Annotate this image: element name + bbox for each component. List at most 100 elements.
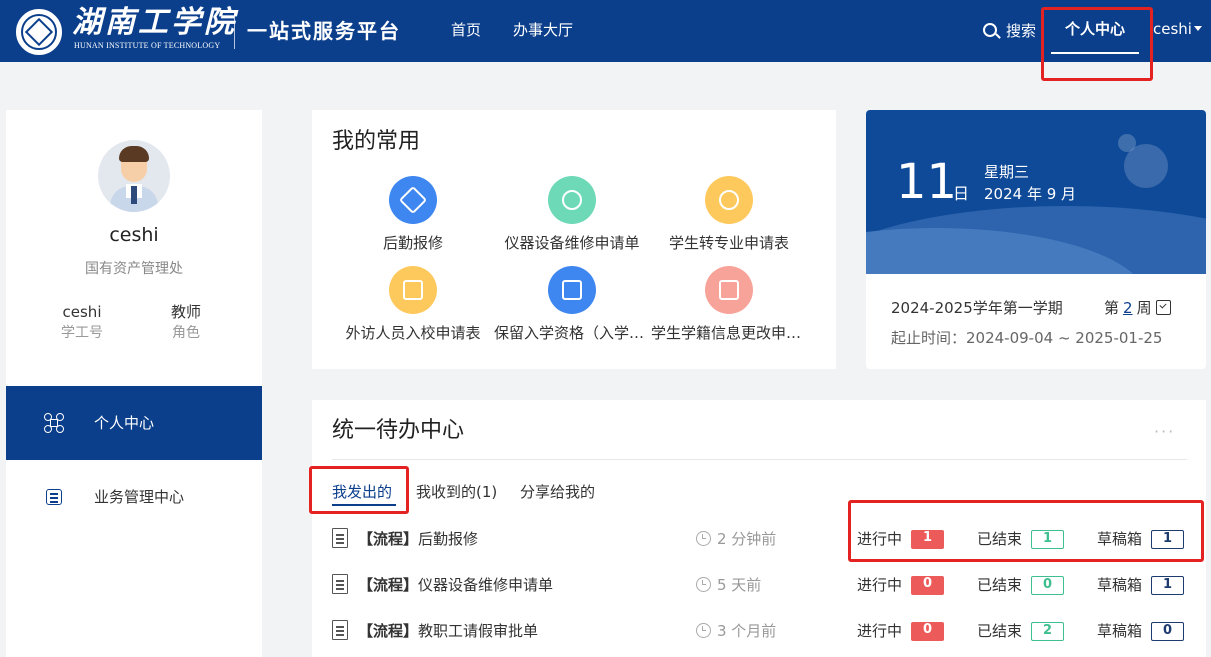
sidebar-item-label: 个人中心 bbox=[94, 414, 155, 432]
app-retain-admission[interactable]: 保留入学资格（入学前）申请表 bbox=[494, 266, 650, 343]
flow-tag: 【流程】 bbox=[358, 576, 419, 594]
tab-sent[interactable]: 我发出的 bbox=[332, 482, 392, 502]
draft-count-badge[interactable]: 1 bbox=[1151, 576, 1184, 595]
profile-sidebar: ceshi 国有资产管理处 ceshi 学工号 教师 角色 个人中心 业务管理中… bbox=[6, 110, 262, 657]
calendar-day-unit: 日 bbox=[953, 184, 970, 203]
document-icon bbox=[332, 574, 348, 594]
running-count-badge[interactable]: 1 bbox=[911, 530, 944, 549]
calendar-banner: 11 日 星期三 2024 年 9 月 bbox=[866, 110, 1206, 274]
academic-term: 2024-2025学年第一学期 bbox=[891, 299, 1063, 317]
status-running-label[interactable]: 进行中 bbox=[857, 621, 902, 641]
avatar-hair bbox=[119, 146, 149, 162]
calendar-day: 11 bbox=[896, 154, 958, 210]
draft-count-badge[interactable]: 0 bbox=[1151, 622, 1184, 641]
user-menu[interactable]: ceshi bbox=[1153, 18, 1202, 40]
ended-count-badge[interactable]: 2 bbox=[1031, 622, 1064, 641]
divider bbox=[332, 459, 1187, 460]
todo-title: 统一待办中心 bbox=[332, 418, 465, 443]
top-navbar: 湖南工学院 HUNAN INSTITUTE OF TECHNOLOGY 一站式服… bbox=[0, 0, 1211, 62]
ended-count-badge[interactable]: 1 bbox=[1031, 530, 1064, 549]
running-count-badge[interactable]: 0 bbox=[911, 622, 944, 641]
status-draft-label[interactable]: 草稿箱 bbox=[1097, 529, 1142, 549]
todo-row-title[interactable]: 【流程】仪器设备维修申请单 bbox=[358, 575, 553, 595]
ended-count-badge[interactable]: 0 bbox=[1031, 576, 1064, 595]
school-seal-logo[interactable] bbox=[16, 9, 62, 55]
flow-name: 后勤报修 bbox=[418, 530, 479, 548]
status-ended-label[interactable]: 已结束 bbox=[977, 575, 1022, 595]
active-nav-underline bbox=[1051, 52, 1139, 54]
portal-title: 一站式服务平台 bbox=[247, 19, 401, 43]
document-icon bbox=[332, 528, 348, 548]
draft-count-badge[interactable]: 1 bbox=[1151, 530, 1184, 549]
profile-department: 国有资产管理处 bbox=[85, 261, 183, 277]
running-count-badge[interactable]: 0 bbox=[911, 576, 944, 595]
todo-center-card: 统一待办中心 ··· 我发出的 我收到的(1) 分享给我的 【流程】后勤报修 2… bbox=[312, 400, 1206, 657]
profile-name: ceshi bbox=[109, 224, 159, 246]
todo-row: 【流程】后勤报修 2 分钟前 进行中 1 已结束 1 草稿箱 1 bbox=[312, 528, 1206, 552]
status-running-label[interactable]: 进行中 bbox=[857, 529, 902, 549]
school-name-english: HUNAN INSTITUTE OF TECHNOLOGY bbox=[74, 41, 221, 50]
avatar bbox=[98, 140, 170, 212]
app-status-change[interactable]: 学生学籍信息更改申请表 bbox=[651, 266, 807, 343]
app-equipment-repair[interactable]: 仪器设备维修申请单 bbox=[494, 176, 650, 253]
flow-tag: 【流程】 bbox=[358, 530, 419, 548]
stat-key: 学工号 bbox=[61, 325, 103, 341]
caret-down-icon bbox=[1193, 26, 1202, 31]
clipboard-check-icon bbox=[705, 266, 753, 314]
status-draft-label[interactable]: 草稿箱 bbox=[1097, 575, 1142, 595]
calendar-weekday: 星期三 bbox=[984, 163, 1030, 181]
status-draft-label[interactable]: 草稿箱 bbox=[1097, 621, 1142, 641]
more-options-icon[interactable]: ··· bbox=[1154, 422, 1175, 441]
app-repair[interactable]: 后勤报修 bbox=[335, 176, 491, 253]
todo-row-time: 5 天前 bbox=[717, 576, 762, 594]
app-label: 保留入学资格（入学前）申请表 bbox=[494, 324, 650, 342]
stat-value: 教师 bbox=[170, 303, 201, 321]
term-date-range: 起止时间：2024-09-04 ~ 2025-01-25 bbox=[891, 329, 1163, 347]
flow-name: 仪器设备维修申请单 bbox=[418, 576, 554, 594]
week-number[interactable]: 2 bbox=[1119, 299, 1137, 317]
flow-name: 教职工请假审批单 bbox=[418, 622, 539, 640]
logo-divider bbox=[234, 13, 235, 49]
stat-staff-id: ceshi 学工号 bbox=[37, 302, 127, 344]
active-tab-underline bbox=[332, 504, 396, 506]
todo-row-time: 2 分钟前 bbox=[717, 530, 777, 548]
calendar-check-icon[interactable] bbox=[1155, 300, 1171, 315]
calendar-year-month: 2024 年 9 月 bbox=[984, 185, 1077, 203]
clock-icon bbox=[696, 623, 711, 638]
nav-personal-center[interactable]: 个人中心 bbox=[1051, 18, 1139, 40]
sidebar-item-personal-center[interactable]: 个人中心 bbox=[6, 386, 262, 460]
bubble-decoration bbox=[1118, 134, 1136, 152]
tab-received[interactable]: 我收到的(1) bbox=[416, 482, 497, 502]
todo-row: 【流程】教职工请假审批单 3 个月前 进行中 0 已结束 2 草稿箱 0 bbox=[312, 620, 1206, 644]
tab-shared[interactable]: 分享给我的 bbox=[520, 482, 595, 502]
sidebar-item-business-center[interactable]: 业务管理中心 bbox=[6, 460, 262, 534]
todo-row-time: 3 个月前 bbox=[717, 622, 777, 640]
week-indicator: 第2周 bbox=[1104, 298, 1171, 318]
sidebar-item-label: 业务管理中心 bbox=[94, 488, 185, 506]
nav-home[interactable]: 首页 bbox=[451, 20, 481, 40]
status-running-label[interactable]: 进行中 bbox=[857, 575, 902, 595]
visitor-icon bbox=[389, 266, 437, 314]
nav-service-hall[interactable]: 办事大厅 bbox=[513, 20, 573, 40]
status-ended-label[interactable]: 已结束 bbox=[977, 529, 1022, 549]
search-label: 搜索 bbox=[1006, 22, 1037, 40]
todo-row-title[interactable]: 【流程】后勤报修 bbox=[358, 529, 478, 549]
app-major-transfer[interactable]: 学生转专业申请表 bbox=[651, 176, 807, 253]
app-visitor-entry[interactable]: 外访人员入校申请表 bbox=[335, 266, 491, 343]
app-label: 后勤报修 bbox=[382, 234, 443, 252]
week-prefix: 第 bbox=[1104, 299, 1120, 317]
globe-icon bbox=[548, 176, 596, 224]
status-ended-label[interactable]: 已结束 bbox=[977, 621, 1022, 641]
app-label: 外访人员入校申请表 bbox=[345, 324, 481, 342]
swap-icon bbox=[705, 176, 753, 224]
clock-icon bbox=[696, 531, 711, 546]
clipboard-icon bbox=[548, 266, 596, 314]
school-name-logo: 湖南工学院 bbox=[72, 5, 237, 40]
app-label: 学生学籍信息更改申请表 bbox=[651, 324, 807, 342]
document-icon bbox=[332, 620, 348, 640]
avatar-tie bbox=[131, 186, 137, 204]
task-list-icon bbox=[44, 487, 66, 509]
command-icon bbox=[44, 413, 66, 435]
todo-row: 【流程】仪器设备维修申请单 5 天前 进行中 0 已结束 0 草稿箱 1 bbox=[312, 574, 1206, 598]
todo-row-title[interactable]: 【流程】教职工请假审批单 bbox=[358, 621, 538, 641]
